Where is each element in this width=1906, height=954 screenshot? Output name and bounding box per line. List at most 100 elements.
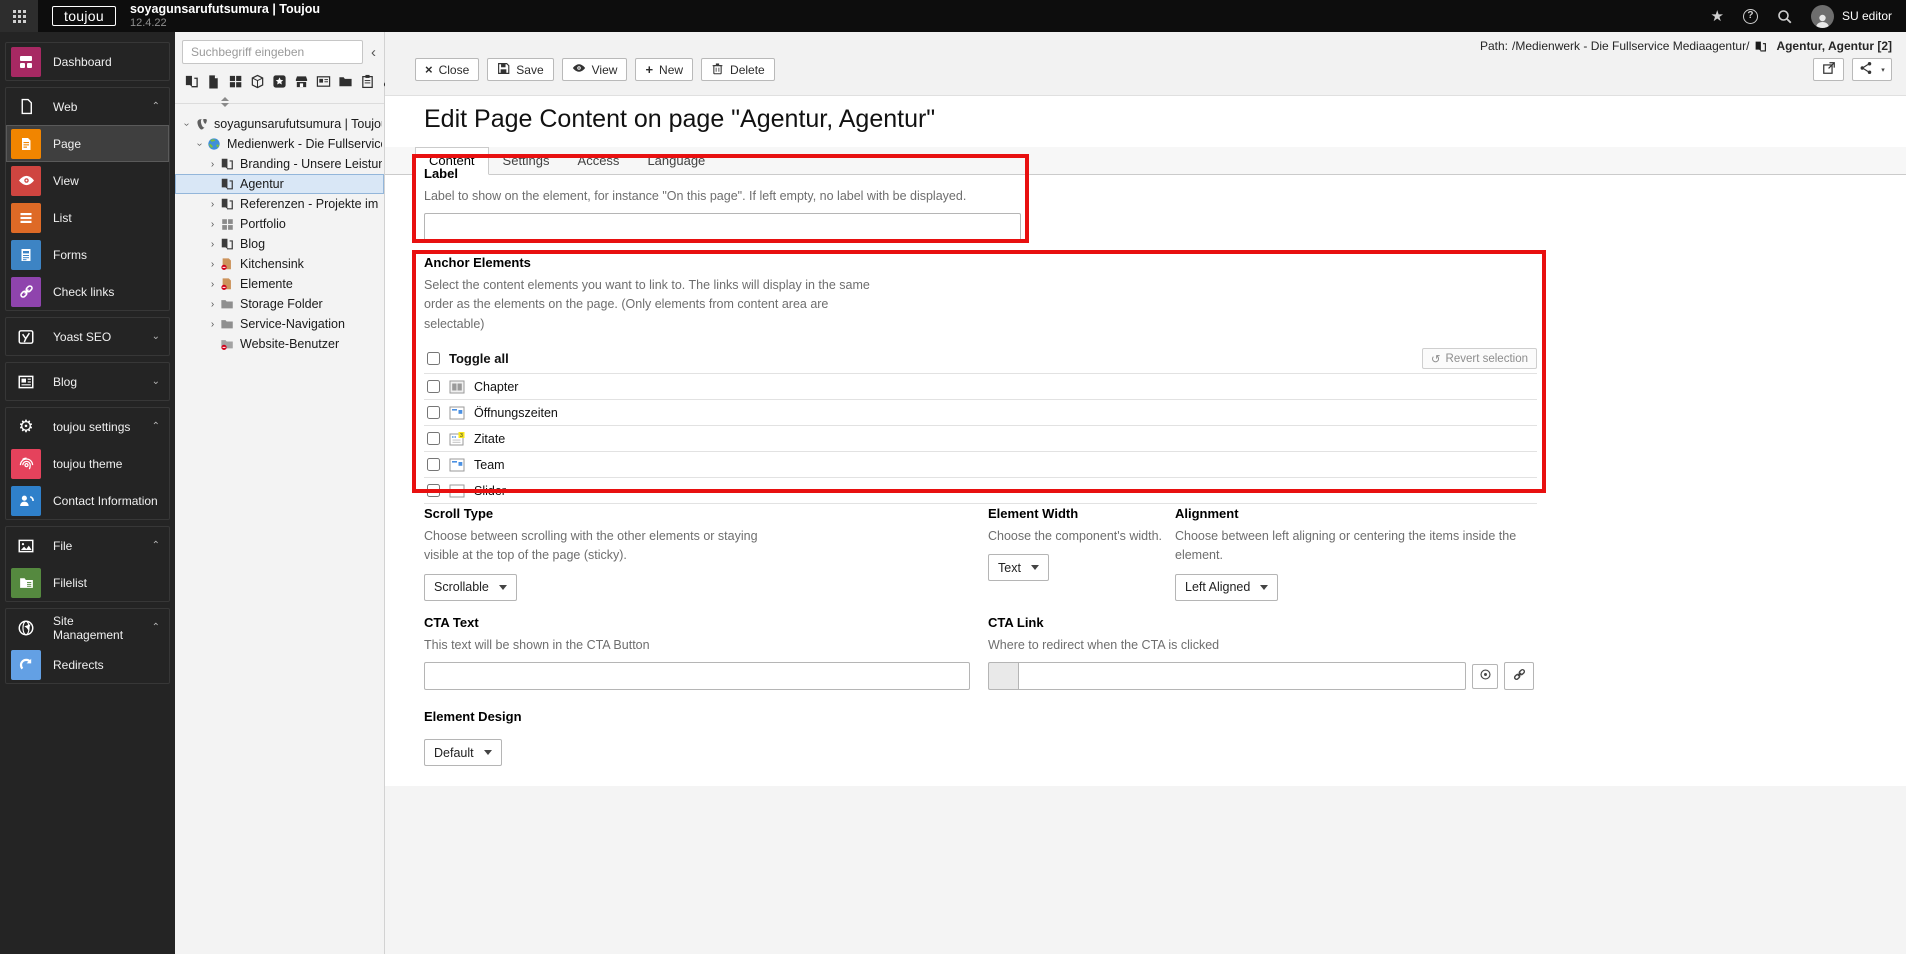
sidebar-item-list[interactable]: List <box>6 199 169 236</box>
delete-button[interactable]: Delete <box>701 58 775 81</box>
label-input[interactable] <box>424 213 1021 242</box>
tree-node-label[interactable]: Storage Folder <box>240 297 323 311</box>
tree-node-label[interactable]: Kitchensink <box>240 257 304 271</box>
sidebar-item-site-management[interactable]: Site Management ⌃ <box>6 609 169 646</box>
grid-icon <box>219 216 235 232</box>
anchor-item-checkbox[interactable] <box>427 432 440 446</box>
scroll-type-select[interactable]: Scrollable <box>424 573 517 601</box>
record-browser-button[interactable] <box>1472 663 1498 689</box>
tree-node-storage-folder[interactable]: › Storage Folder <box>175 294 384 314</box>
open-in-new-window-button[interactable] <box>1813 58 1844 81</box>
anchor-item-checkbox[interactable] <box>427 380 440 394</box>
tree-node-kitchensink[interactable]: › Kitchensink <box>175 254 384 274</box>
anchor-item-checkbox[interactable] <box>427 458 440 472</box>
sidebar-item-yoast-seo[interactable]: Yoast SEO ⌄ <box>6 318 169 355</box>
sidebar-item-file[interactable]: File ⌃ <box>6 527 169 564</box>
tree-node-website-benutzer[interactable]: Website-Benutzer <box>175 334 384 354</box>
tree-node-blog[interactable]: › Blog <box>175 234 384 254</box>
field-label: Scroll Type <box>424 506 494 521</box>
tree-node-elemente[interactable]: › Elemente <box>175 274 384 294</box>
star-icon[interactable]: ★ <box>1711 9 1724 24</box>
chevron-collapsed-icon[interactable]: › <box>206 279 219 290</box>
resize-handle-icon[interactable] <box>221 97 232 107</box>
anchor-item-checkbox[interactable] <box>427 484 440 498</box>
user-avatar[interactable] <box>1810 4 1834 28</box>
tree-node-label[interactable]: Service-Navigation <box>240 317 345 331</box>
save-button[interactable]: Save <box>487 58 554 81</box>
sidebar-item-toujou-settings[interactable]: ⚙ toujou settings ⌃ <box>6 408 169 445</box>
tree-node-label[interactable]: Blog <box>240 237 265 251</box>
clipboard-icon[interactable] <box>360 74 375 89</box>
alignment-select[interactable]: Left Aligned <box>1175 573 1279 601</box>
tree-node-label[interactable]: Medienwerk - Die Fullservice Mediaagentu… <box>227 137 382 151</box>
cta-text-input[interactable] <box>424 662 970 691</box>
chevron-expanded-icon[interactable]: › <box>181 118 192 131</box>
anchor-elements-list: Toggle all ↺ Revert selection Chapter Öf… <box>424 344 1537 505</box>
username[interactable]: SU editor <box>1842 9 1892 23</box>
page-icon[interactable] <box>206 74 221 89</box>
folder-icon[interactable] <box>338 74 353 89</box>
new-label: New <box>659 62 684 77</box>
tree-node-branding[interactable]: › Branding - Unsere Leistungen <box>175 154 384 174</box>
page-content-icon[interactable] <box>184 74 199 89</box>
tree-node-label[interactable]: Agentur <box>240 177 284 191</box>
help-icon[interactable]: ? <box>1742 8 1758 24</box>
box-icon[interactable] <box>250 74 265 89</box>
star-badge-icon[interactable] <box>272 74 287 89</box>
element-width-select[interactable]: Text <box>988 554 1049 582</box>
sidebar-item-label: View <box>53 173 79 188</box>
tree-node-medienwerk[interactable]: › Medienwerk - Die Fullservice Mediaagen… <box>175 134 384 154</box>
cta-link-input[interactable] <box>1018 662 1466 691</box>
chevron-collapsed-icon[interactable]: › <box>206 159 219 170</box>
tree-resize-divider[interactable] <box>175 96 384 107</box>
tree-node-label[interactable]: Referenzen - Projekte im Überblick <box>240 197 382 211</box>
link-wizard-button[interactable] <box>1504 662 1534 691</box>
card-icon[interactable] <box>316 74 331 89</box>
chevron-collapsed-icon[interactable]: › <box>206 299 219 310</box>
share-button[interactable]: ▾ <box>1852 58 1892 81</box>
app-grid-icon[interactable] <box>0 0 38 32</box>
shortcut-grid-icon[interactable] <box>228 74 243 89</box>
anchor-item-checkbox[interactable] <box>427 406 440 420</box>
tree-node-portfolio[interactable]: › Portfolio <box>175 214 384 234</box>
tree-node-label[interactable]: soyagunsarufutsumura | Toujou <box>214 117 382 131</box>
chevron-collapsed-icon[interactable]: › <box>206 219 219 230</box>
new-button[interactable]: + New <box>635 58 694 81</box>
toujou-logo[interactable]: toujou <box>52 6 116 26</box>
sidebar-item-redirects[interactable]: Redirects <box>6 646 169 683</box>
collapse-tree-icon[interactable]: ‹ <box>368 44 379 61</box>
sidebar-item-dashboard[interactable]: Dashboard <box>6 43 169 80</box>
sidebar-item-label: File <box>53 538 73 553</box>
sidebar-item-check-links[interactable]: Check links <box>6 273 169 310</box>
chevron-collapsed-icon[interactable]: › <box>206 259 219 270</box>
sidebar-item-view[interactable]: View <box>6 162 169 199</box>
tree-node-label[interactable]: Elemente <box>240 277 293 291</box>
tree-node-agentur[interactable]: Agentur <box>175 174 384 194</box>
field-description: Choose the component's width. <box>988 529 1163 543</box>
tree-node-referenzen[interactable]: › Referenzen - Projekte im Überblick <box>175 194 384 214</box>
sidebar-item-forms[interactable]: Forms <box>6 236 169 273</box>
tree-node-label[interactable]: Branding - Unsere Leistungen <box>240 157 382 171</box>
search-icon[interactable] <box>1777 9 1792 24</box>
sidebar-item-toujou-theme[interactable]: toujou theme <box>6 445 169 482</box>
sidebar-item-web[interactable]: Web ⌃ <box>6 88 169 125</box>
sidebar-item-contact-information[interactable]: Contact Information <box>6 482 169 519</box>
tree-node-root[interactable]: › soyagunsarufutsumura | Toujou <box>175 114 384 134</box>
toggle-all-checkbox[interactable] <box>427 352 440 366</box>
sidebar-item-filelist[interactable]: Filelist <box>6 564 169 601</box>
tree-search-input[interactable] <box>182 40 363 64</box>
view-button[interactable]: View <box>561 58 628 81</box>
sidebar-item-blog[interactable]: Blog ⌄ <box>6 363 169 400</box>
shop-icon[interactable] <box>294 74 309 89</box>
sidebar-item-page[interactable]: Page <box>6 125 169 162</box>
tree-node-label[interactable]: Website-Benutzer <box>240 337 339 351</box>
element-design-select[interactable]: Default <box>424 739 502 766</box>
close-button[interactable]: × Close <box>415 58 480 81</box>
tree-node-label[interactable]: Portfolio <box>240 217 286 231</box>
chevron-collapsed-icon[interactable]: › <box>206 319 219 330</box>
tree-node-service-navigation[interactable]: › Service-Navigation <box>175 314 384 334</box>
chevron-expanded-icon[interactable]: › <box>194 138 205 151</box>
chevron-collapsed-icon[interactable]: › <box>206 199 219 210</box>
revert-selection-button[interactable]: ↺ Revert selection <box>1421 348 1537 370</box>
chevron-collapsed-icon[interactable]: › <box>206 239 219 250</box>
